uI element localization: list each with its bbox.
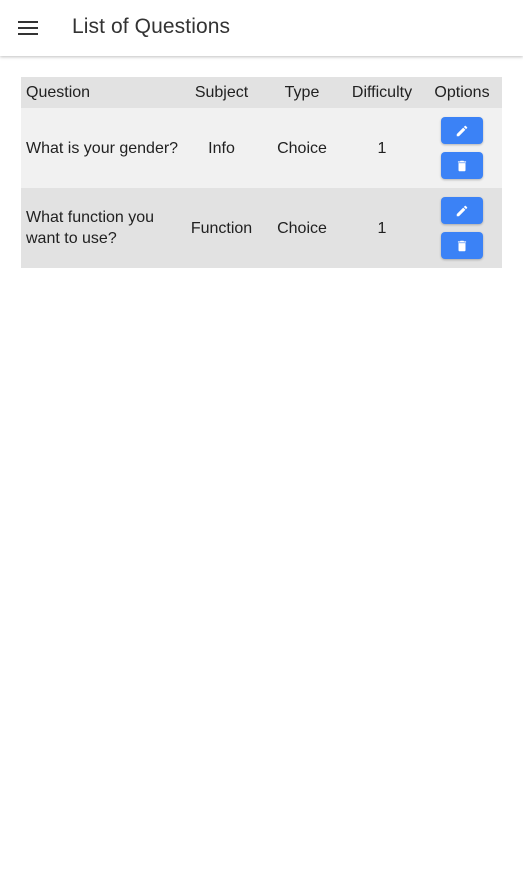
- type-cell: Choice: [277, 219, 327, 237]
- trash-icon: [457, 160, 467, 171]
- difficulty-cell: 1: [377, 219, 387, 237]
- row-actions: [426, 197, 498, 259]
- pencil-icon: [456, 125, 468, 136]
- table-row: What is your gender? Info Choice 1: [21, 108, 502, 188]
- hamburger-menu-icon: [18, 21, 38, 35]
- edit-button[interactable]: [441, 197, 483, 224]
- header-question: Question: [26, 84, 91, 101]
- trash-icon: [457, 240, 467, 251]
- menu-button[interactable]: [14, 16, 42, 40]
- delete-button[interactable]: [441, 152, 483, 179]
- subject-cell: Function: [190, 219, 253, 237]
- edit-button[interactable]: [441, 117, 483, 144]
- subject-cell: Info: [208, 139, 235, 157]
- delete-button[interactable]: [441, 232, 483, 259]
- header-options: Options: [434, 84, 490, 101]
- pencil-icon: [456, 205, 468, 216]
- options-cell: [422, 108, 502, 188]
- question-cell: What is your gender?: [26, 139, 179, 157]
- table-row: What function you want to use? Function …: [21, 188, 502, 268]
- row-actions: [426, 117, 498, 179]
- difficulty-cell: 1: [377, 139, 387, 157]
- questions-table-container: Question Subject Type Difficulty Options…: [21, 77, 502, 268]
- app-bar: List of Questions: [0, 0, 523, 56]
- header-subject: Subject: [194, 84, 249, 101]
- header-difficulty: Difficulty: [351, 84, 413, 101]
- type-cell: Choice: [277, 139, 327, 157]
- table-header-row: Question Subject Type Difficulty Options: [21, 77, 502, 108]
- question-cell: What function you want to use?: [26, 209, 155, 247]
- options-cell: [422, 188, 502, 268]
- header-type: Type: [284, 84, 320, 101]
- page-title: List of Questions: [72, 15, 231, 38]
- questions-table: Question Subject Type Difficulty Options…: [21, 77, 502, 268]
